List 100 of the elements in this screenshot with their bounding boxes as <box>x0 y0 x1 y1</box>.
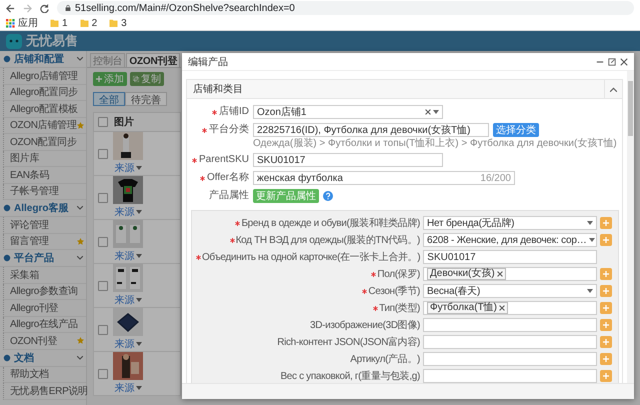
update-attributes-button[interactable]: 更新产品属性 <box>253 189 319 203</box>
add-value-button[interactable] <box>600 370 612 382</box>
checkbox[interactable] <box>98 368 108 378</box>
dialog-title: 编辑产品 <box>188 56 229 68</box>
attribute-select[interactable]: Весна(春天) <box>423 284 597 298</box>
choose-category-button[interactable]: 选择分类 <box>493 123 539 137</box>
attribute-select[interactable]: 6208 - Женские, для девочек: сор… <box>423 233 597 247</box>
sidebar-group[interactable]: 店铺和配置 <box>0 51 86 68</box>
chevron-icon <box>77 356 83 360</box>
sidebar-item[interactable]: Allegro参数查询 <box>3 284 86 300</box>
caret-icon <box>136 342 142 346</box>
sidebar-item[interactable]: 评论管理 <box>3 217 86 234</box>
add-value-button[interactable] <box>600 319 612 331</box>
chevron-icon <box>77 256 83 260</box>
tab[interactable]: OZON刊登 <box>126 53 180 67</box>
logo-icon <box>6 34 22 48</box>
lock-icon <box>65 4 71 12</box>
close-icon[interactable] <box>620 58 628 66</box>
folder-icon <box>50 19 59 27</box>
sidebar-item[interactable]: 采集箱 <box>3 267 86 284</box>
input-field[interactable] <box>423 335 597 349</box>
source-link[interactable]: 来源 <box>114 205 142 219</box>
input-field[interactable]: SKU01017 <box>253 153 443 167</box>
source-link[interactable]: 来源 <box>114 161 142 175</box>
plus-icon <box>603 237 609 243</box>
caret-icon <box>136 210 142 214</box>
add-value-button[interactable] <box>600 285 612 297</box>
add-value-button[interactable] <box>600 268 612 280</box>
copy-button[interactable]: 复制 <box>130 72 164 86</box>
input-field[interactable]: SKU01017 <box>423 250 598 264</box>
add-value-button[interactable] <box>600 336 612 348</box>
help-icon[interactable] <box>323 191 333 201</box>
checkbox[interactable] <box>98 236 108 246</box>
attribute-label: 3D-изображение(3D图像) <box>310 319 420 332</box>
input-field[interactable]: женская футболка 16/200 <box>253 171 515 185</box>
sidebar-group[interactable]: Allegro客服 <box>0 200 86 217</box>
scrollbar[interactable] <box>627 71 634 383</box>
source-link[interactable]: 来源 <box>114 249 142 263</box>
sidebar-item[interactable]: 子帐号管理 <box>3 184 86 200</box>
add-value-button[interactable] <box>600 302 612 314</box>
address-bar[interactable]: 51selling.com/Main#/OzonShelve?searchIndex=0 <box>57 1 634 15</box>
sidebar-item[interactable]: Allegro在线产品 <box>3 316 86 333</box>
attribute-label: Вес с упаковкой, г(重量与包装,g) <box>280 370 420 383</box>
tag-field[interactable]: Футболка(T恤) <box>423 301 597 315</box>
bookmark[interactable]: 2 <box>80 18 98 28</box>
add-value-button[interactable] <box>600 217 612 229</box>
star-icon <box>77 337 84 344</box>
sidebar-item[interactable]: Allegro刊登 <box>3 300 86 316</box>
add-value-button[interactable] <box>600 234 612 246</box>
filter-tab[interactable]: 全部 <box>93 92 125 106</box>
sidebar-group[interactable]: 文档 <box>0 350 86 366</box>
bookmark[interactable]: 3 <box>109 18 127 28</box>
sidebar-item[interactable]: Allegro配置同步 <box>3 84 86 101</box>
maximize-icon[interactable] <box>608 58 616 66</box>
checkbox[interactable] <box>98 192 108 202</box>
attribute-select[interactable]: Нет бренда(无品牌) <box>423 216 597 230</box>
plus-icon <box>603 356 609 362</box>
sidebar-item[interactable]: 留言管理 <box>3 234 86 250</box>
chevron-icon <box>610 86 617 92</box>
bookmark[interactable]: 1 <box>50 18 68 28</box>
sidebar-item[interactable]: EAN条码 <box>3 167 86 184</box>
store-select[interactable]: Ozon店铺1 <box>253 105 443 119</box>
attribute-label: Сезон(季节) <box>368 284 420 298</box>
source-link[interactable]: 来源 <box>114 337 142 351</box>
remove-icon <box>496 271 503 277</box>
add-value-button[interactable] <box>600 353 612 365</box>
checkbox[interactable] <box>98 280 108 290</box>
filter-tab[interactable]: 待完善 <box>125 92 167 106</box>
sidebar-item[interactable]: Allegro配置模板 <box>3 101 86 118</box>
sidebar-item[interactable]: OZON配置同步 <box>3 134 86 150</box>
category-field[interactable]: 22825716(ID), Футболка для девочки(女孩T恤) <box>253 123 489 137</box>
attribute-label: Код ТН ВЭД для одежды(服装的TN代码。) <box>236 234 420 247</box>
table-header: 图片 <box>93 112 181 132</box>
chevron-icon <box>77 57 83 61</box>
sidebar-item[interactable]: Allegro店铺管理 <box>3 68 86 84</box>
sidebar-item[interactable]: OZON刊登 <box>3 333 86 350</box>
sidebar-item[interactable]: 图片库 <box>3 150 86 167</box>
sidebar-item[interactable]: 无忧易售ERP说明 <box>3 383 86 400</box>
input-field[interactable] <box>423 352 597 366</box>
input-field[interactable] <box>423 369 597 383</box>
attribute-label: Артикул(产品。) <box>350 352 420 366</box>
tab[interactable]: 控制台 <box>90 53 126 67</box>
bookmark[interactable]: 应用 <box>6 16 38 30</box>
sidebar-item[interactable]: 帮助文档 <box>3 366 86 383</box>
caret-icon <box>136 298 142 302</box>
star-icon <box>77 238 84 245</box>
source-link[interactable]: 来源 <box>114 293 142 307</box>
caret-icon <box>136 386 142 390</box>
group-icon <box>3 55 11 63</box>
checkbox[interactable] <box>98 148 108 158</box>
sidebar-item[interactable]: OZON店铺管理 <box>3 118 86 134</box>
input-field[interactable] <box>423 318 597 332</box>
checkbox[interactable] <box>98 324 108 334</box>
char-counter: 16/200 <box>480 172 511 184</box>
copy-icon <box>133 76 139 82</box>
sidebar-group[interactable]: 平台产品 <box>0 250 86 267</box>
caret-icon <box>136 166 142 170</box>
source-link[interactable]: 来源 <box>114 381 142 395</box>
back-icon <box>6 4 15 12</box>
checkbox[interactable] <box>98 117 108 127</box>
